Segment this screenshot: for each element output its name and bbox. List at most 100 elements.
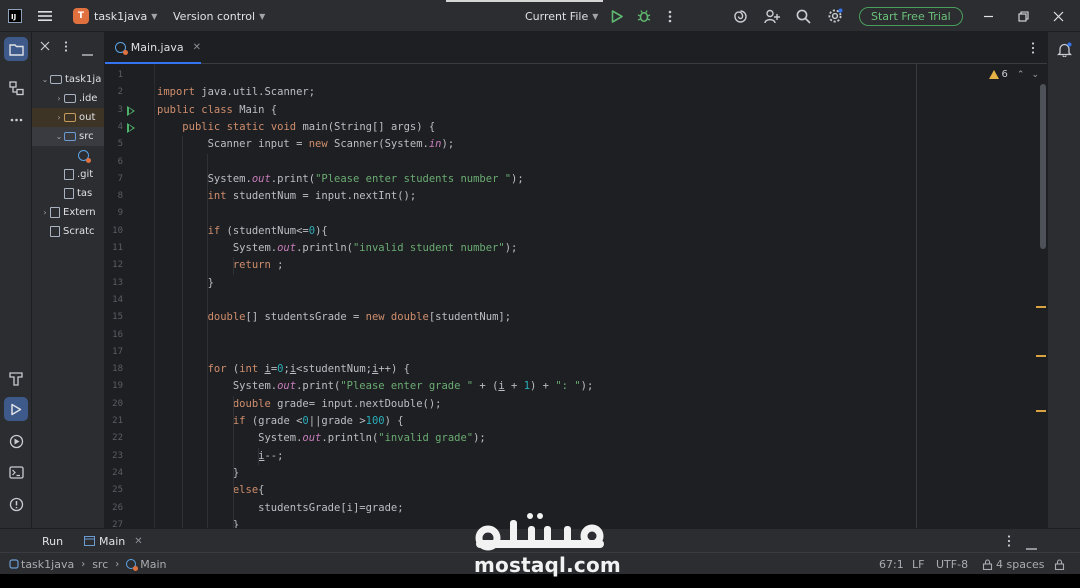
line-number[interactable]: 22 xyxy=(105,433,123,443)
line-number[interactable]: 26 xyxy=(105,503,123,513)
line-number[interactable]: 24 xyxy=(105,468,123,478)
file-encoding[interactable]: UTF-8 xyxy=(936,553,968,575)
indent-setting[interactable]: 4 spaces xyxy=(982,553,1045,575)
code-line[interactable]: } xyxy=(157,517,239,528)
code-line[interactable]: i--; xyxy=(157,448,283,465)
chevron-up-icon[interactable]: ⌃ xyxy=(1017,70,1025,80)
breadcrumb-main[interactable]: Main xyxy=(140,558,166,571)
line-number[interactable]: 19 xyxy=(105,381,123,391)
start-free-trial-button[interactable]: Start Free Trial xyxy=(859,0,963,32)
line-number[interactable]: 9 xyxy=(105,208,123,218)
settings-button[interactable] xyxy=(827,0,843,32)
code-line[interactable]: return ; xyxy=(157,257,284,274)
panel-options-button[interactable] xyxy=(64,41,68,55)
code-line[interactable]: if (grade <0||grade >100) { xyxy=(157,413,404,430)
readonly-toggle[interactable] xyxy=(1054,553,1065,575)
line-number[interactable]: 25 xyxy=(105,485,123,495)
code-line[interactable]: for (int i=0;i<studentNum;i++) { xyxy=(157,361,410,378)
search-button[interactable] xyxy=(796,0,811,32)
line-number[interactable]: 14 xyxy=(105,295,123,305)
editor-scrollbar[interactable] xyxy=(1040,84,1046,249)
code-line[interactable]: public class Main { xyxy=(157,102,277,119)
chevron-right-icon[interactable]: › xyxy=(54,113,64,122)
more-actions-button[interactable] xyxy=(668,0,672,32)
warning-stripe-marker[interactable] xyxy=(1036,306,1046,308)
hide-panel-button[interactable] xyxy=(82,46,93,59)
code-line[interactable]: public static void main(String[] args) { xyxy=(157,119,435,136)
project-tree-item[interactable]: › Extern xyxy=(32,203,104,222)
warning-stripe-marker[interactable] xyxy=(1036,410,1046,412)
line-number[interactable]: 3 xyxy=(105,105,123,115)
structure-tool-button[interactable] xyxy=(4,76,28,100)
breadcrumb-src[interactable]: src xyxy=(92,558,108,571)
project-tool-button[interactable] xyxy=(4,37,28,61)
run-button[interactable] xyxy=(611,0,623,32)
code-line[interactable]: } xyxy=(157,465,239,482)
gutter-run-icon[interactable] xyxy=(127,105,135,116)
project-tree-item[interactable]: › out xyxy=(32,108,104,127)
code-line[interactable]: else{ xyxy=(157,482,265,499)
gutter-run-icon[interactable] xyxy=(127,122,135,133)
line-number[interactable]: 20 xyxy=(105,399,123,409)
code-line[interactable]: double[] studentsGrade = new double[stud… xyxy=(157,309,511,326)
services-tool-button[interactable] xyxy=(4,429,28,453)
line-number[interactable]: 10 xyxy=(105,226,123,236)
line-number[interactable]: 5 xyxy=(105,139,123,149)
close-tab-icon[interactable]: ✕ xyxy=(193,42,201,53)
project-tree-item[interactable]: ⌄ task1ja xyxy=(32,70,104,89)
code-line[interactable]: studentsGrade[i]=grade; xyxy=(157,500,403,517)
terminal-tool-button[interactable] xyxy=(4,460,28,484)
inspection-widget[interactable]: 6 ⌃ ⌄ xyxy=(988,69,1039,80)
run-tool-button[interactable] xyxy=(4,397,28,421)
breadcrumb-project[interactable]: task1java xyxy=(21,558,74,571)
run-config-selector[interactable]: Current File ▼ xyxy=(525,0,598,32)
more-tools-button[interactable] xyxy=(4,108,28,132)
debug-button[interactable] xyxy=(637,0,651,32)
ai-assistant-button[interactable] xyxy=(733,0,748,32)
vcs-selector[interactable]: Version control ▼ xyxy=(173,0,265,32)
build-tool-button[interactable] xyxy=(4,366,28,390)
project-tree-item[interactable]: tas xyxy=(32,184,104,203)
line-number[interactable]: 7 xyxy=(105,174,123,184)
problems-tool-button[interactable] xyxy=(4,492,28,516)
line-number[interactable]: 23 xyxy=(105,451,123,461)
code-line[interactable]: System.out.println("invalid student numb… xyxy=(157,240,518,257)
run-tab-main[interactable]: Main ✕ xyxy=(84,529,143,553)
add-user-button[interactable] xyxy=(764,0,780,32)
line-number[interactable]: 17 xyxy=(105,347,123,357)
project-tree-item[interactable]: ⌄ src xyxy=(32,127,104,146)
restore-button[interactable] xyxy=(1018,0,1029,32)
line-number[interactable]: 18 xyxy=(105,364,123,374)
tab-options-button[interactable] xyxy=(1031,42,1035,57)
project-tree-item[interactable] xyxy=(32,146,104,165)
code-line[interactable]: import java.util.Scanner; xyxy=(157,84,315,101)
project-selector[interactable]: T task1java ▼ xyxy=(73,0,157,32)
line-number[interactable]: 15 xyxy=(105,312,123,322)
code-line[interactable]: System.out.print("Please enter grade " +… xyxy=(157,378,593,395)
code-line[interactable]: } xyxy=(157,275,214,292)
line-number[interactable]: 4 xyxy=(105,122,123,132)
chevron-right-icon[interactable]: › xyxy=(54,94,64,103)
line-number[interactable]: 16 xyxy=(105,330,123,340)
line-number[interactable]: 2 xyxy=(105,87,123,97)
collapse-all-button[interactable] xyxy=(40,41,50,54)
line-number[interactable]: 1 xyxy=(105,70,123,80)
project-tree-item[interactable]: Scratc xyxy=(32,222,104,241)
close-tab-icon[interactable]: ✕ xyxy=(134,536,142,547)
line-number[interactable]: 27 xyxy=(105,520,123,528)
code-line[interactable]: int studentNum = input.nextInt(); xyxy=(157,188,417,205)
line-number[interactable]: 13 xyxy=(105,278,123,288)
chevron-right-icon[interactable]: › xyxy=(40,208,50,217)
chevron-down-icon[interactable]: ⌄ xyxy=(40,75,50,84)
code-line[interactable]: Scanner input = new Scanner(System.in); xyxy=(157,136,455,153)
warning-stripe-marker[interactable] xyxy=(1036,355,1046,357)
project-tree-item[interactable]: .git xyxy=(32,165,104,184)
editor-tab-main-java[interactable]: Main.java ✕ xyxy=(105,32,201,64)
run-options-button[interactable] xyxy=(1007,535,1011,550)
chevron-down-icon[interactable]: ⌄ xyxy=(54,132,64,141)
main-menu-button[interactable] xyxy=(38,0,52,32)
code-line[interactable]: double grade= input.nextDouble(); xyxy=(157,396,442,413)
app-logo[interactable]: IJ xyxy=(8,0,22,32)
project-tree-item[interactable]: › .ide xyxy=(32,89,104,108)
chevron-down-icon[interactable]: ⌄ xyxy=(1031,70,1039,80)
